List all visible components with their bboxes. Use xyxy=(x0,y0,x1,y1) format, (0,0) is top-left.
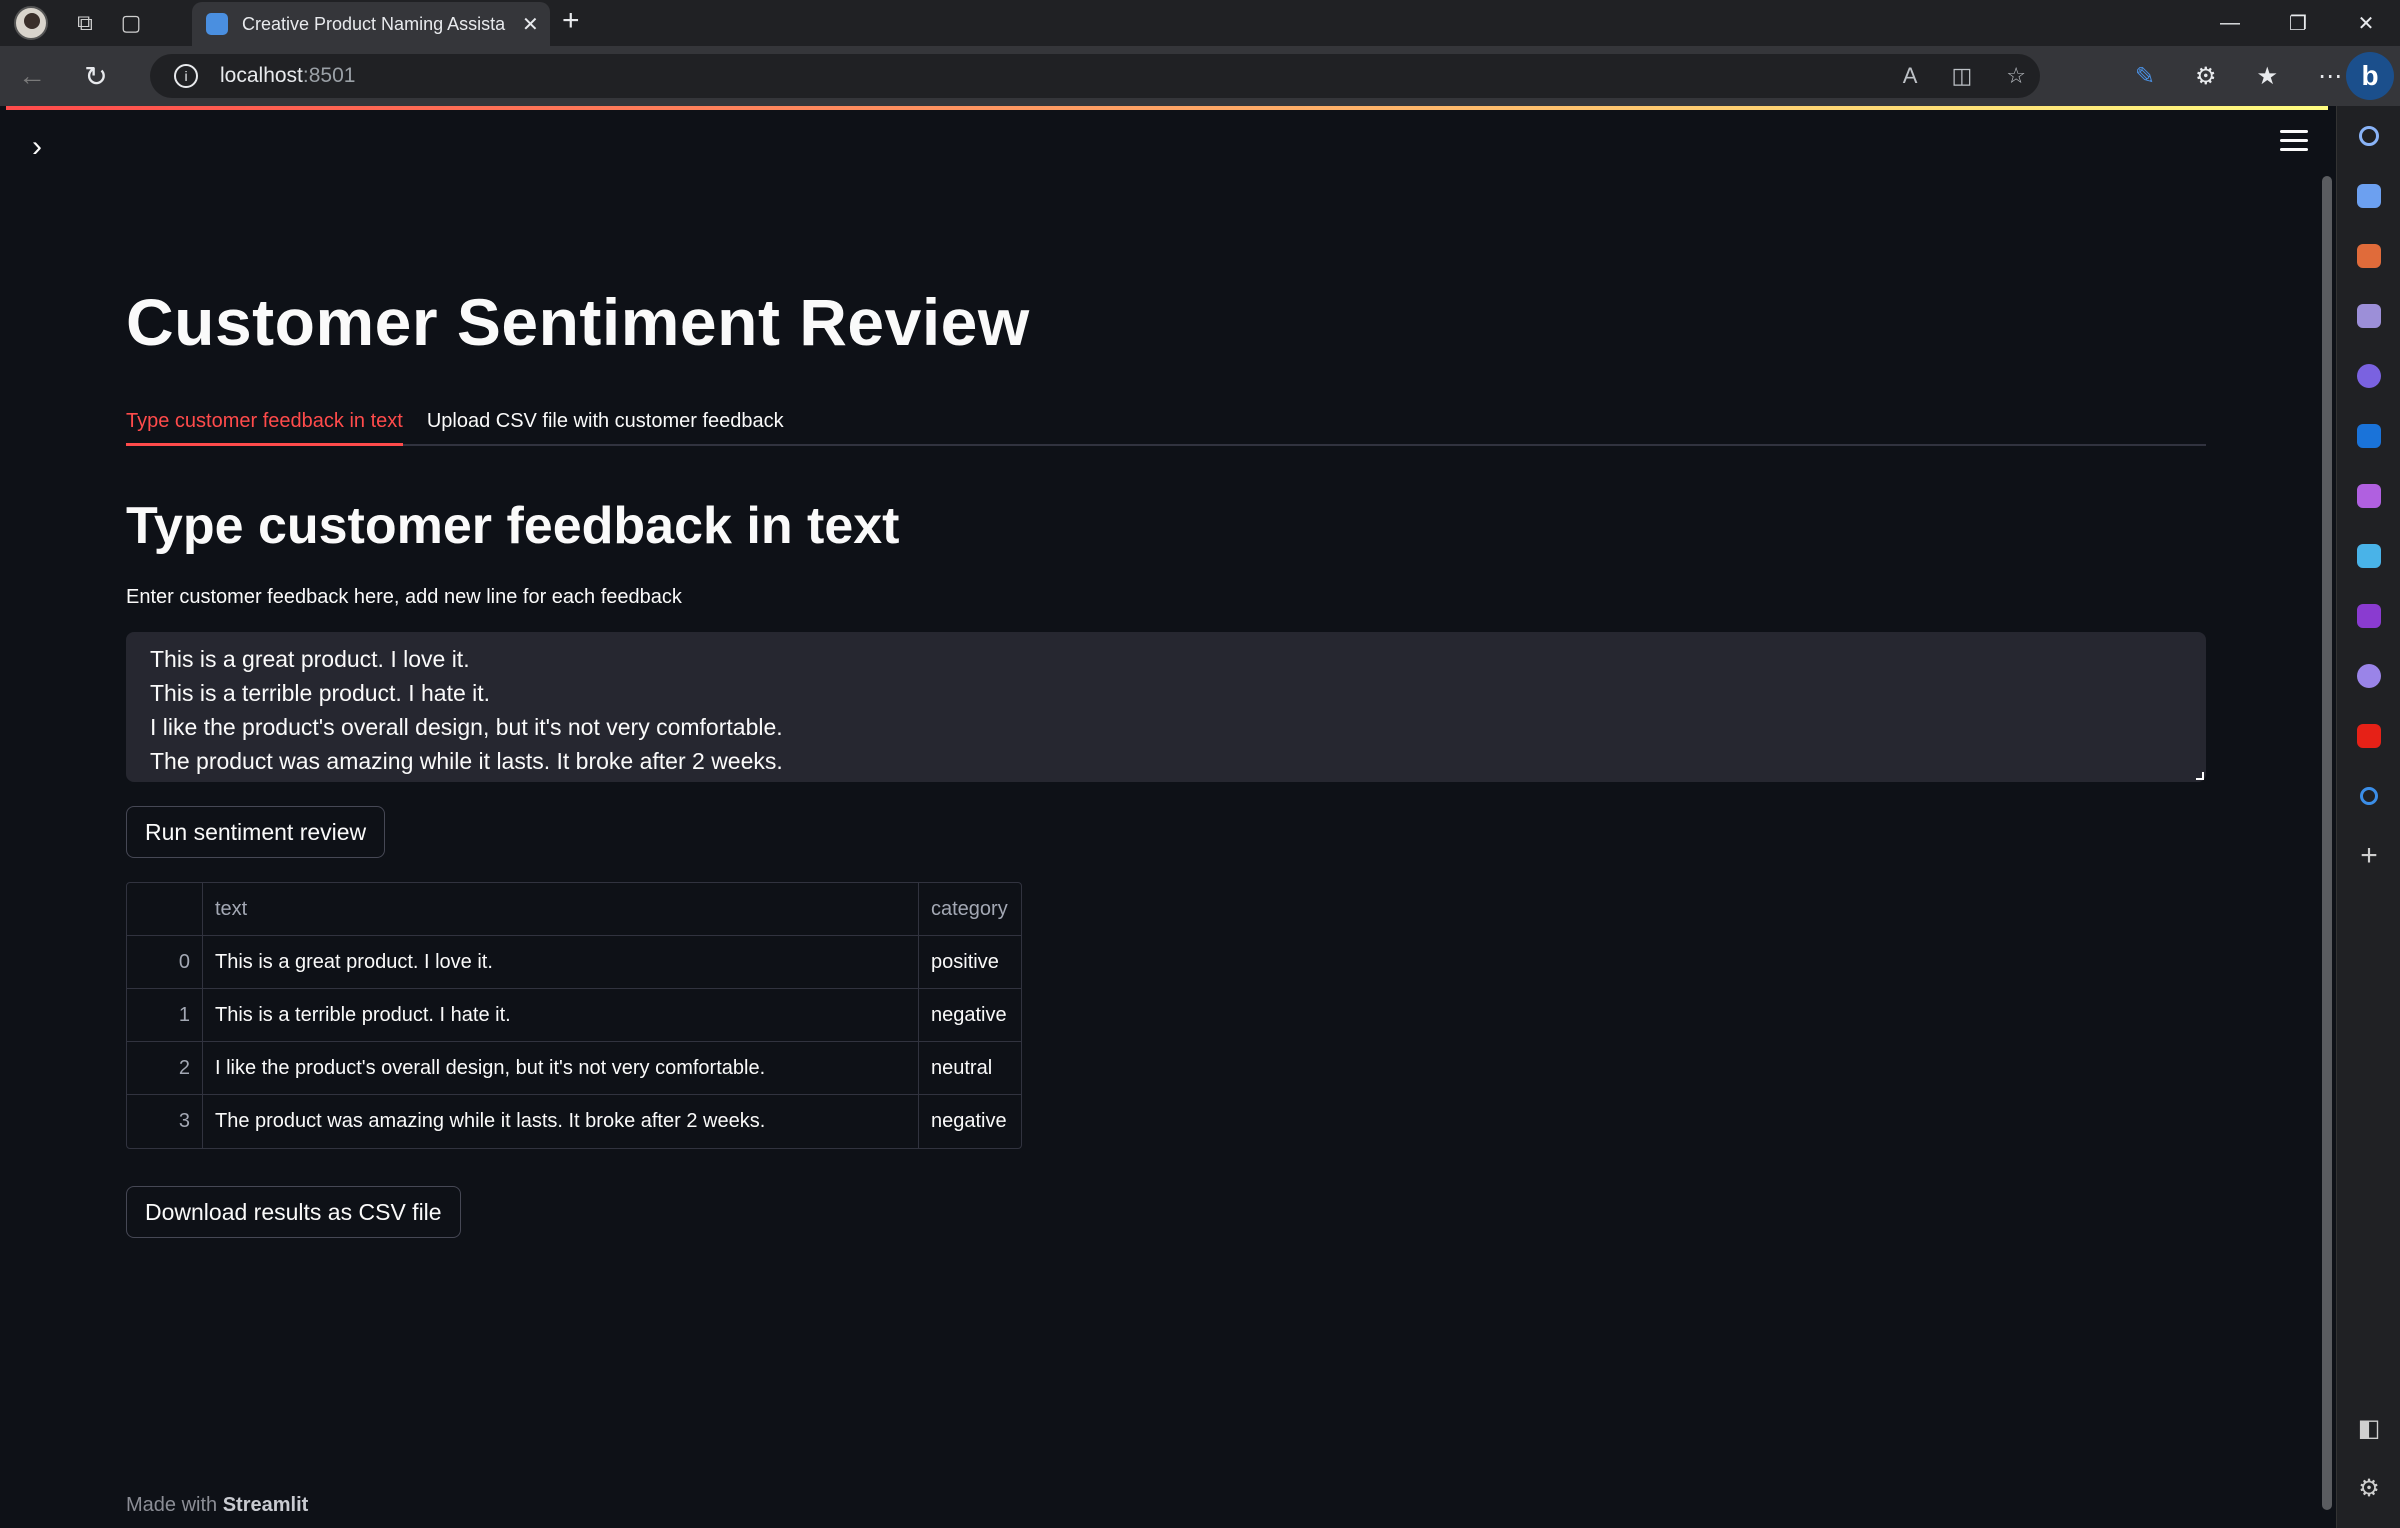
row-index: 1 xyxy=(127,989,203,1041)
page-scrollbar[interactable] xyxy=(2322,176,2332,1510)
feedback-textarea[interactable]: This is a great product. I love it. This… xyxy=(126,632,2206,782)
results-dataframe[interactable]: text category 0 This is a great product.… xyxy=(126,882,1022,1149)
add-icon[interactable]: + xyxy=(2337,826,2400,886)
resize-handle[interactable] xyxy=(2196,772,2204,780)
streamlit-link[interactable]: Streamlit xyxy=(223,1494,309,1516)
row-index: 3 xyxy=(127,1095,203,1148)
new-tab-button[interactable]: + xyxy=(562,4,580,38)
window-close-icon[interactable]: ✕ xyxy=(2332,0,2400,46)
favorites-icon[interactable]: ★ xyxy=(2256,62,2278,91)
streamlit-app: › Customer Sentiment Review Type custome… xyxy=(6,106,2328,1524)
refresh-icon[interactable]: ↻ xyxy=(64,46,128,106)
index-header xyxy=(127,883,203,935)
tag-icon[interactable] xyxy=(2337,166,2400,226)
search-icon[interactable] xyxy=(2337,106,2400,166)
row-index: 2 xyxy=(127,1042,203,1094)
restore-icon[interactable]: ❐ xyxy=(2264,0,2332,46)
textarea-line: This is a terrible product. I hate it. xyxy=(150,680,491,706)
send-icon[interactable] xyxy=(2337,526,2400,586)
run-sentiment-button[interactable]: Run sentiment review xyxy=(126,806,386,858)
category-cell[interactable]: negative xyxy=(919,989,1021,1041)
back-icon[interactable]: ← xyxy=(0,46,64,106)
tab-actions-icon[interactable]: ▢ xyxy=(108,0,154,46)
text-column-header[interactable]: text xyxy=(203,883,919,935)
profile-avatar[interactable] xyxy=(14,6,48,40)
settings-icon[interactable]: ⚙ xyxy=(2337,1458,2400,1518)
toolbar-icons: ✎ ⚙ ★ ⋯ xyxy=(2135,46,2342,106)
text-cell[interactable]: This is a great product. I love it. xyxy=(203,936,919,988)
footer: Made with Streamlit xyxy=(126,1494,308,1517)
bing-search-icon[interactable] xyxy=(2337,766,2400,826)
split-screen-icon[interactable]: ◫ xyxy=(1951,63,1972,89)
favicon-icon xyxy=(206,13,228,35)
category-cell[interactable]: negative xyxy=(919,1095,1021,1148)
outlook-icon[interactable] xyxy=(2337,406,2400,466)
text-cell[interactable]: This is a terrible product. I hate it. xyxy=(203,989,919,1041)
table-row: 3 The product was amazing while it lasts… xyxy=(127,1095,1021,1148)
designer-icon[interactable] xyxy=(2337,466,2400,526)
text-cell[interactable]: I like the product's overall design, but… xyxy=(203,1042,919,1094)
youtube-icon[interactable] xyxy=(2337,706,2400,766)
url-field[interactable]: i localhost:8501 A ◫ ☆ xyxy=(150,54,2040,98)
row-index: 0 xyxy=(127,936,203,988)
table-row: 1 This is a terrible product. I hate it.… xyxy=(127,989,1021,1042)
section-title: Type customer feedback in text xyxy=(126,497,900,555)
read-aloud-icon[interactable]: A xyxy=(1903,63,1918,89)
table-row: 2 I like the product's overall design, b… xyxy=(127,1042,1021,1095)
minimize-icon[interactable]: — xyxy=(2196,0,2264,46)
download-csv-button[interactable]: Download results as CSV file xyxy=(126,1186,461,1238)
collections-icon[interactable]: ⧉ xyxy=(62,0,108,46)
table-header-row: text category xyxy=(127,883,1021,936)
textarea-line: I like the product's overall design, but… xyxy=(150,714,783,740)
address-bar-row: ← ↻ i localhost:8501 A ◫ ☆ ✎ ⚙ ★ ⋯ b xyxy=(0,46,2400,106)
category-column-header[interactable]: category xyxy=(919,883,1021,935)
extensions-icon[interactable]: ⚙ xyxy=(2195,62,2217,91)
copilot-icon[interactable] xyxy=(2337,346,2400,406)
url-text: localhost:8501 xyxy=(220,64,356,87)
meditation-icon[interactable] xyxy=(2337,646,2400,706)
browser-tab[interactable]: Creative Product Naming Assista ✕ xyxy=(192,2,550,46)
browser-tab-bar: ⧉ ▢ Creative Product Naming Assista ✕ + … xyxy=(0,0,2400,46)
textarea-line: This is a great product. I love it. xyxy=(150,646,470,672)
site-info-icon[interactable]: i xyxy=(174,64,198,88)
briefcase-icon[interactable] xyxy=(2337,226,2400,286)
decoration-bar xyxy=(6,106,2328,110)
edge-sidebar: + ◧ ⚙ xyxy=(2336,106,2400,1528)
tab-type-feedback[interactable]: Type customer feedback in text xyxy=(126,398,403,446)
sidebar-expand-icon[interactable]: › xyxy=(32,130,42,164)
text-cell[interactable]: The product was amazing while it lasts. … xyxy=(203,1095,919,1148)
table-row: 0 This is a great product. I love it. po… xyxy=(127,936,1021,989)
favorite-add-icon[interactable]: ☆ xyxy=(2006,63,2026,89)
bing-copilot-icon[interactable]: b xyxy=(2346,52,2394,100)
textarea-line: The product was amazing while it lasts. … xyxy=(150,748,783,774)
main-menu-icon[interactable] xyxy=(2280,130,2308,157)
footer-prefix: Made with xyxy=(126,1494,218,1516)
omnibox-icons: A ◫ ☆ xyxy=(1903,63,2026,89)
tab-list: Type customer feedback in text Upload CS… xyxy=(126,398,2206,446)
window-controls: — ❐ ✕ xyxy=(2196,0,2400,46)
panel-toggle-icon[interactable]: ◧ xyxy=(2337,1398,2400,1458)
sidebar-bottom: ◧ ⚙ xyxy=(2337,1398,2400,1518)
page-title: Customer Sentiment Review xyxy=(126,285,1030,359)
onenote-icon[interactable] xyxy=(2337,586,2400,646)
category-cell[interactable]: positive xyxy=(919,936,1021,988)
tab-title: Creative Product Naming Assista xyxy=(242,13,506,34)
category-cell[interactable]: neutral xyxy=(919,1042,1021,1094)
feedback-textarea-label: Enter customer feedback here, add new li… xyxy=(126,586,682,608)
more-icon[interactable]: ⋯ xyxy=(2318,62,2342,91)
pen-icon[interactable]: ✎ xyxy=(2135,62,2155,91)
chess-icon[interactable] xyxy=(2337,286,2400,346)
tab-upload-csv[interactable]: Upload CSV file with customer feedback xyxy=(427,398,784,446)
close-tab-icon[interactable]: ✕ xyxy=(522,12,539,37)
